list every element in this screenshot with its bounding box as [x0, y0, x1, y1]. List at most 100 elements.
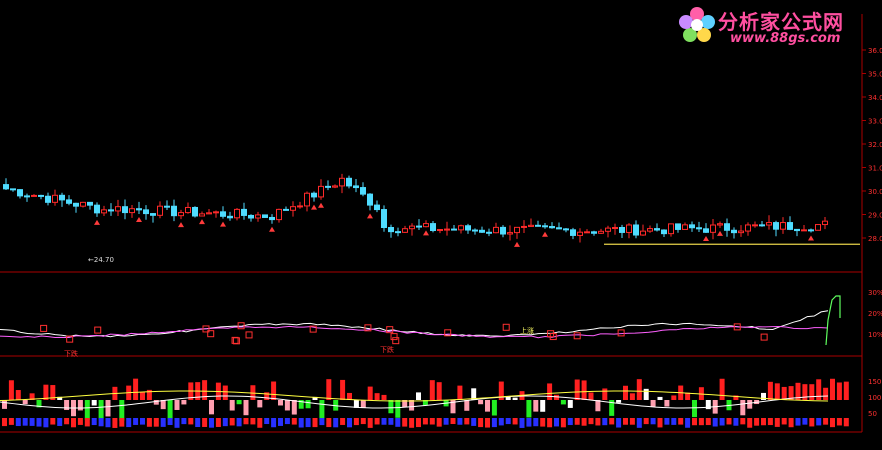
candle-body — [388, 227, 394, 233]
volume-bar — [540, 418, 546, 427]
volume-bar — [671, 418, 677, 425]
volume-bar — [105, 418, 111, 428]
histogram-bar — [574, 379, 580, 400]
candle-body — [437, 229, 443, 232]
volume-bar — [43, 418, 49, 428]
candle-body — [339, 177, 345, 187]
candle-body — [584, 231, 590, 234]
histogram-bar — [395, 400, 401, 418]
candle-body — [801, 229, 807, 232]
volume-bar — [402, 418, 408, 427]
candle-body — [668, 223, 674, 235]
histogram-bar — [747, 400, 753, 409]
volume-bar — [450, 418, 456, 425]
axis-tick-label: 30.00 — [868, 188, 882, 196]
volume-bar — [195, 418, 201, 428]
histogram-bar — [567, 400, 573, 408]
candle-body — [332, 185, 338, 188]
candle-body — [283, 208, 289, 211]
buy-arrow-icon — [178, 222, 184, 228]
candle-body — [640, 230, 646, 236]
axis-tick-label: 33.00 — [868, 118, 882, 126]
candle-body — [731, 229, 737, 234]
candle-body — [227, 215, 233, 219]
histogram-bar — [305, 400, 311, 409]
buy-arrow-icon — [703, 235, 709, 241]
volume-bar — [22, 418, 28, 426]
volume-bar — [740, 418, 746, 425]
candle-body — [101, 209, 107, 214]
volume-bar — [705, 418, 711, 426]
histogram-bar — [222, 385, 228, 400]
histogram-bar — [236, 400, 242, 405]
candle-body — [486, 231, 492, 234]
volume-bar — [167, 418, 173, 426]
volume-bar — [657, 418, 663, 428]
volume-bar — [554, 418, 559, 427]
candle-body — [3, 184, 9, 190]
axis-tick-label: 150 — [868, 378, 881, 386]
histogram-bar — [167, 400, 173, 420]
axis-tick-label: 50 — [868, 410, 877, 418]
histogram-bar — [319, 400, 325, 419]
volume-bar — [498, 418, 504, 426]
volume-bar — [243, 418, 249, 425]
histogram-bar — [105, 400, 111, 417]
buy-arrow-icon — [808, 235, 814, 241]
histogram-bar — [353, 400, 359, 408]
volume-bar — [133, 418, 139, 425]
axis-tick-label: 32.00 — [868, 141, 882, 149]
candle-body — [619, 227, 625, 233]
candle-body — [521, 225, 527, 228]
candle-body — [822, 220, 828, 226]
volume-bar — [202, 418, 208, 427]
volume-bar — [519, 418, 525, 428]
histogram-bar — [2, 400, 7, 409]
volume-bar — [761, 418, 766, 426]
candle-body — [633, 224, 639, 236]
candle-body — [535, 224, 541, 227]
histogram-bar — [767, 381, 773, 400]
volume-bar — [388, 418, 394, 425]
volume-bar — [188, 418, 194, 425]
site-logo: 分析家公式网 www.88gs.com — [676, 4, 876, 46]
histogram-bar — [160, 400, 166, 410]
flower-logo-icon — [679, 7, 715, 42]
low-panel-header — [2, 364, 34, 374]
histogram-bar — [643, 388, 649, 400]
histogram-bar — [629, 393, 635, 400]
candle-body — [367, 193, 373, 206]
buy-arrow-icon — [220, 221, 226, 227]
volume-bar — [264, 418, 270, 425]
volume-bar — [471, 418, 477, 426]
candle-body — [780, 222, 786, 230]
volume-bar — [478, 418, 484, 428]
axis-tick-label: 35.00 — [868, 71, 882, 79]
volume-bar — [733, 418, 739, 426]
candle-body — [318, 185, 324, 198]
volume-bar — [795, 418, 801, 426]
candle-body — [136, 208, 142, 211]
mid-step-box — [392, 337, 400, 345]
mid-step-box — [245, 331, 253, 339]
candle-body — [150, 213, 156, 216]
histogram-bar — [360, 400, 366, 408]
volume-bar — [485, 418, 490, 428]
volume-bar — [457, 418, 463, 425]
candle-body — [423, 223, 429, 228]
candle-body — [402, 228, 408, 233]
volume-bar — [229, 418, 235, 426]
candle-body — [472, 229, 478, 232]
candle-body — [577, 231, 583, 236]
candle-body — [654, 228, 660, 231]
candle-body — [416, 225, 422, 228]
volume-bar — [326, 418, 332, 428]
candle-body — [451, 228, 457, 231]
volume-bar — [692, 418, 697, 426]
candle-body — [570, 229, 576, 236]
histogram-bar — [409, 400, 415, 411]
candle-body — [297, 205, 303, 208]
volume-bar — [146, 418, 152, 427]
histogram-bar — [291, 400, 297, 415]
axis-tick-label: 100 — [868, 394, 881, 402]
